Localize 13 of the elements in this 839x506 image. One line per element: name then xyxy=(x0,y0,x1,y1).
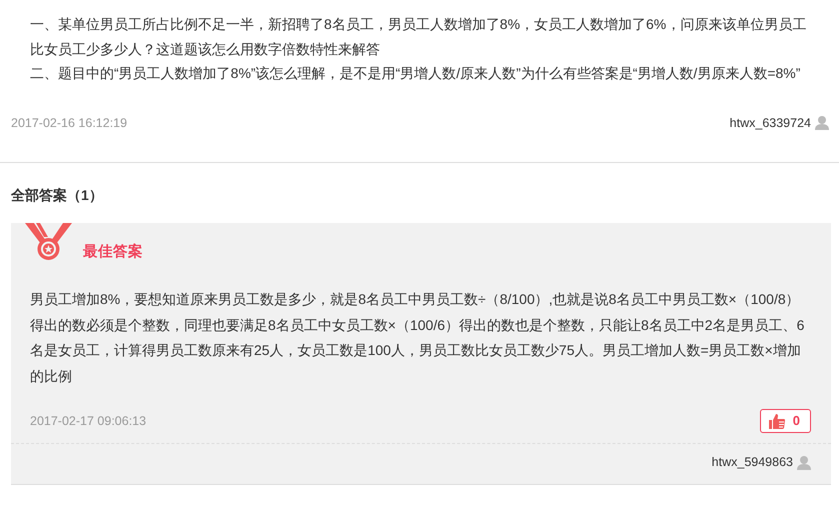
question-text: 一、某单位男员工所占比例不足一半，新招聘了8名员工，男员工人数增加了8%，女员工人数增加了6%，问原来该单位男员工比女员工少多少人？这道题该怎么用数字倍数特性来解答 xyxy=(30,15,808,58)
username: htwx_6339724 xyxy=(730,114,811,132)
answer-text: 男员工增加8%，要想知道原来男员工数是多少，就是8名员工中男员工数÷（8/100）,也就是说8名员工中男员工数×（100/8）得出的数必须是个整数，同理也要满足8名员工中女员工数×（100/6）得出的数也是个整数，只能让8名员工中2名是男员工、6名是女员工，计算得男员工数原来有25人，女员工数是100人，男员工数比女员工数少75人。男员工增加人数=男员工数×增加的比例 xyxy=(29,290,806,386)
answers-heading: 全部答案（1） xyxy=(10,186,104,206)
best-answer-label: 最佳答案 xyxy=(83,242,143,262)
thumbs-up-icon xyxy=(768,414,785,429)
user-avatar-icon xyxy=(797,455,811,470)
answer-date: 2017-02-17 09:06:13 xyxy=(30,412,146,430)
user-avatar-icon xyxy=(815,115,829,130)
like-button[interactable]: 0 xyxy=(760,409,811,434)
post-date: 2017-02-16 16:12:19 xyxy=(11,114,128,132)
question-text: 二、题目中的“男员工人数增加了8%”该怎么理解，是不是用“男增人数/原来人数”为什么有些答案是“男增人数/男原来人数=8%” xyxy=(30,64,802,83)
username: htwx_5949863 xyxy=(712,454,793,472)
